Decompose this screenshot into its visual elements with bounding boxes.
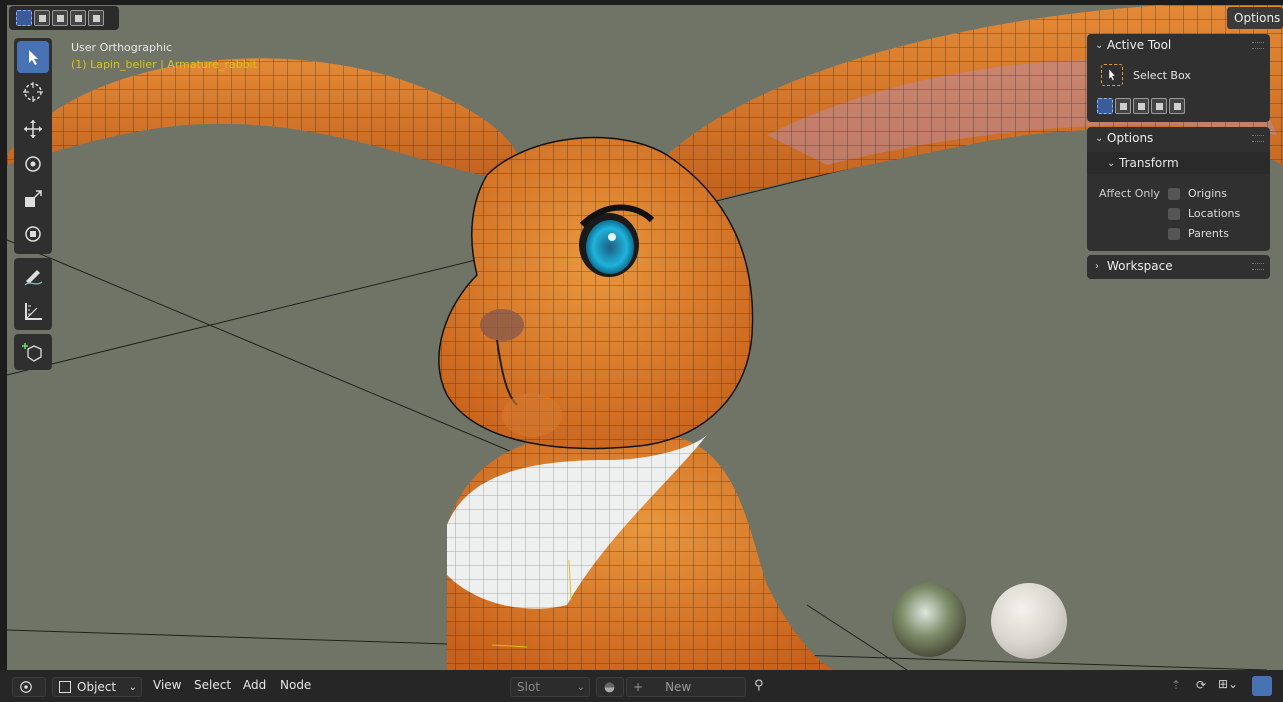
select-invert-icon[interactable]: [70, 10, 86, 26]
locations-label: Locations: [1188, 207, 1241, 220]
scale-icon: [25, 190, 42, 207]
select-box-tool[interactable]: [17, 41, 49, 73]
parent-arrow-icon[interactable]: ⇡: [1171, 678, 1187, 694]
mode-label: Object: [77, 680, 117, 694]
options-button-label: Options: [1234, 11, 1281, 25]
select-box-tool-icon: [1101, 64, 1123, 86]
3d-cursor-icon: [23, 82, 43, 102]
workspace-panel-header[interactable]: › Workspace: [1087, 255, 1270, 277]
transform-pivot-icon[interactable]: ⊞⌄: [1218, 677, 1248, 695]
parents-checkbox[interactable]: [1168, 227, 1180, 240]
add-cube-tool[interactable]: [17, 336, 49, 368]
drag-grip-icon[interactable]: [1252, 41, 1264, 49]
chevron-down-icon: ⌄: [1095, 132, 1104, 144]
add-cube-icon: [22, 343, 42, 362]
menu-view[interactable]: View: [153, 678, 181, 692]
drag-grip-icon[interactable]: [1252, 134, 1264, 142]
menu-select[interactable]: Select: [194, 678, 231, 692]
slot-dropdown[interactable]: Slot ⌄: [510, 677, 590, 697]
hdri-preview-sphere: [892, 583, 966, 657]
transform-tool[interactable]: [17, 218, 49, 250]
plus-icon: +: [633, 680, 644, 694]
mode-intersect-icon[interactable]: [1169, 98, 1185, 114]
affect-only-label: Affect Only: [1099, 187, 1160, 200]
ruler-icon: [25, 303, 42, 320]
move-arrows-icon: [24, 120, 42, 138]
select-subtract-icon[interactable]: [52, 10, 68, 26]
chevron-right-icon: ›: [1095, 260, 1099, 272]
chevron-down-icon: ⌄: [576, 681, 585, 693]
cursor-tool[interactable]: [17, 76, 49, 108]
chevron-down-icon: ⌄: [1107, 157, 1116, 169]
scale-tool[interactable]: [17, 183, 49, 215]
pin-icon[interactable]: ⚲: [754, 678, 764, 693]
origins-checkbox-row[interactable]: Origins: [1168, 187, 1227, 200]
overlays-toggle-icon[interactable]: [1252, 676, 1272, 696]
move-tool[interactable]: [17, 113, 49, 145]
menu-add[interactable]: Add: [243, 678, 266, 692]
select-intersect-icon[interactable]: [88, 10, 104, 26]
options-panel-title: Options: [1107, 131, 1154, 145]
options-panel-header[interactable]: ⌄ Options: [1087, 127, 1270, 149]
editor-type-dropdown[interactable]: [12, 677, 46, 697]
locations-checkbox-row[interactable]: Locations: [1168, 207, 1240, 220]
select-extend-icon[interactable]: [34, 10, 50, 26]
active-tool-name: Select Box: [1133, 69, 1191, 82]
material-preview-sphere: [991, 583, 1067, 659]
pencil-icon: [24, 270, 43, 286]
transform-icon: [25, 226, 41, 242]
options-dropdown-button[interactable]: Options: [1227, 7, 1283, 29]
active-tool-panel: ⌄ Active Tool Select Box: [1087, 34, 1270, 122]
mode-extend-icon[interactable]: [1115, 98, 1131, 114]
options-panel: ⌄ Options ⌄ Transform Affect Only Origin…: [1087, 127, 1270, 251]
select-new-icon[interactable]: [16, 10, 32, 26]
object-info-label: (1) Lapin_belier | Armature_rabbit: [71, 58, 258, 71]
material-sphere-icon: [604, 682, 615, 692]
menu-node[interactable]: Node: [280, 678, 311, 692]
selection-mode-buttons: [16, 10, 104, 26]
measure-tool[interactable]: [17, 295, 49, 327]
workspace-panel[interactable]: › Workspace: [1087, 255, 1270, 279]
tool-group-add: [14, 334, 52, 370]
transform-subpanel-title: Transform: [1119, 156, 1179, 170]
tool-group-annotate: [14, 258, 52, 330]
rotate-icon: [25, 156, 41, 172]
cursor-arrow-icon: [29, 50, 38, 65]
annotate-tool[interactable]: [17, 260, 49, 292]
tool-group-transform: [14, 38, 52, 254]
slot-label: Slot: [517, 680, 540, 694]
editor-type-icon: [20, 681, 32, 693]
mode-subtract-icon[interactable]: [1133, 98, 1149, 114]
editor-header-bar: Object ⌄ View Select Add Node Slot ⌄ + N…: [0, 670, 1283, 702]
mode-invert-icon[interactable]: [1151, 98, 1167, 114]
origins-label: Origins: [1188, 187, 1227, 200]
chevron-down-icon: ⌄: [1095, 39, 1104, 51]
object-mode-icon: [59, 681, 71, 693]
transform-subpanel-header[interactable]: ⌄ Transform: [1087, 152, 1270, 174]
parents-checkbox-row[interactable]: Parents: [1168, 227, 1229, 240]
new-material-button[interactable]: + New: [626, 677, 746, 697]
active-tool-title: Active Tool: [1107, 38, 1172, 52]
drag-grip-icon[interactable]: [1252, 262, 1264, 270]
chevron-down-icon: ⌄: [128, 681, 137, 693]
view-name-label: User Orthographic: [71, 41, 173, 54]
material-browse-dropdown[interactable]: [596, 677, 624, 697]
locations-checkbox[interactable]: [1168, 207, 1180, 220]
origins-checkbox[interactable]: [1168, 187, 1180, 200]
rotate-tool[interactable]: [17, 148, 49, 180]
active-tool-mode-buttons: [1097, 98, 1185, 114]
snap-icon[interactable]: ⟳: [1196, 678, 1212, 694]
new-material-label: New: [665, 680, 692, 694]
parents-label: Parents: [1188, 227, 1229, 240]
mode-new-icon[interactable]: [1097, 98, 1113, 114]
mode-dropdown[interactable]: Object ⌄: [52, 677, 142, 697]
workspace-panel-title: Workspace: [1107, 259, 1173, 273]
active-tool-panel-header[interactable]: ⌄ Active Tool: [1087, 34, 1270, 56]
